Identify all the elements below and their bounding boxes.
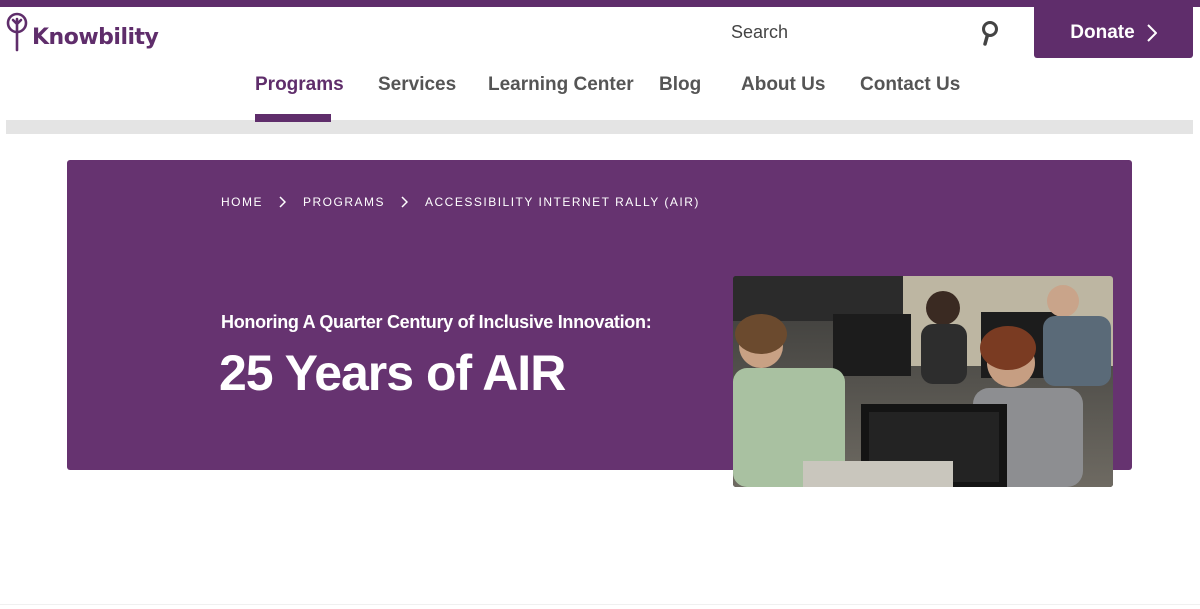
chevron-right-icon	[1146, 23, 1157, 42]
active-nav-indicator	[255, 114, 331, 122]
knowbility-logo[interactable]: Knowbility	[6, 12, 159, 52]
search-button[interactable]	[976, 18, 1004, 48]
page-bottom-divider	[0, 604, 1200, 605]
hero-photo	[733, 276, 1113, 487]
tree-logo-icon	[6, 12, 28, 52]
chevron-right-icon	[279, 196, 286, 208]
nav-item-blog[interactable]: Blog	[659, 74, 701, 96]
donate-label: Donate	[1070, 21, 1135, 43]
nav-item-contact-us[interactable]: Contact Us	[860, 74, 960, 96]
nav-item-about-us[interactable]: About Us	[741, 74, 825, 96]
nav-item-programs[interactable]: Programs	[255, 74, 344, 96]
hero-subtitle: Honoring A Quarter Century of Inclusive …	[221, 312, 652, 332]
hero-title: 25 Years of AIR	[219, 345, 566, 401]
chevron-right-icon	[401, 196, 409, 208]
breadcrumb-current: ACCESSIBILITY INTERNET RALLY (AIR)	[425, 195, 700, 209]
breadcrumb: HOME PROGRAMS ACCESSIBILITY INTERNET RAL…	[221, 195, 700, 209]
main-nav: Programs Services Learning Center Blog A…	[0, 62, 1200, 122]
nav-item-learning-center[interactable]: Learning Center	[488, 74, 634, 96]
top-accent-bar	[0, 0, 1200, 7]
logo-wordmark: Knowbility	[32, 25, 159, 50]
nav-item-services[interactable]: Services	[378, 74, 456, 96]
search-label[interactable]: Search	[731, 22, 788, 43]
breadcrumb-programs[interactable]: PROGRAMS	[303, 195, 385, 209]
nav-divider-band	[6, 120, 1193, 134]
donate-button[interactable]: Donate	[1034, 7, 1193, 58]
breadcrumb-home[interactable]: HOME	[221, 195, 263, 209]
search-icon	[982, 21, 998, 46]
